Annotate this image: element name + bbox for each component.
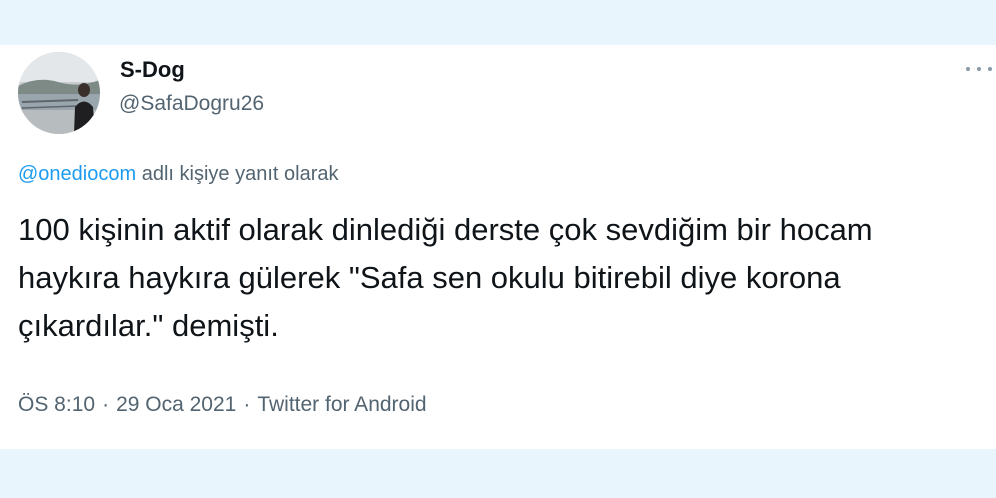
tweet-time[interactable]: ÖS 8:10: [18, 393, 95, 416]
tweet-source[interactable]: Twitter for Android: [257, 393, 426, 416]
tweet-date[interactable]: 29 Oca 2021: [116, 393, 236, 416]
tweet-metadata: ÖS 8:10 · 29 Oca 2021 · Twitter for Android: [18, 390, 427, 420]
reply-mention-link[interactable]: @onediocom: [18, 163, 136, 185]
user-handle[interactable]: @SafaDogru26: [119, 91, 264, 117]
meta-separator: ·: [243, 393, 251, 416]
bottom-background-band: [0, 449, 996, 498]
more-dot: [966, 67, 970, 71]
avatar[interactable]: [18, 52, 100, 134]
display-name[interactable]: S-Dog: [120, 57, 185, 83]
reply-context: @onediocom adlı kişiye yanıt olarak: [18, 160, 338, 188]
more-horizontal-icon[interactable]: [966, 62, 992, 76]
avatar-photo: [18, 52, 100, 134]
more-dot: [988, 67, 992, 71]
top-background-band: [0, 0, 996, 45]
meta-separator: ·: [102, 393, 110, 416]
tweet-text: 100 kişinin aktif olarak dinlediği derst…: [18, 212, 873, 343]
reply-suffix: adlı kişiye yanıt olarak: [141, 163, 339, 185]
more-dot: [977, 67, 981, 71]
